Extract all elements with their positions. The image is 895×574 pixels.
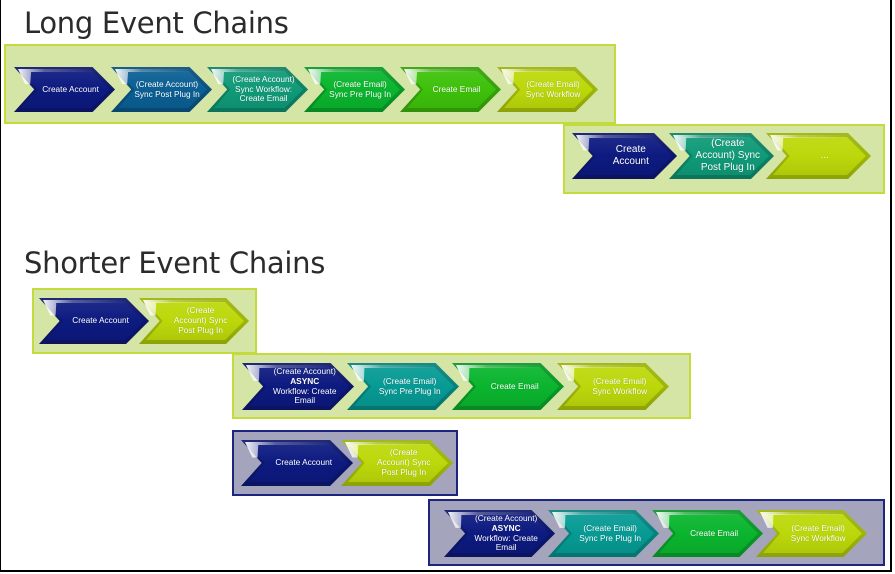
- chain-step-label: (Create Account) ASYNC Workflow: Create Ema…: [242, 363, 354, 410]
- label-line: Workflow: Create: [272, 385, 337, 396]
- chain-step-label: ...: [766, 133, 871, 179]
- chain-step-label: Create Email: [452, 363, 564, 410]
- label-line: Email: [495, 542, 517, 553]
- chain-step-label: Create Account: [14, 67, 115, 112]
- chain-step: (Create Account) Sync Post Plug In: [669, 133, 774, 179]
- label-line: (Create Account): [273, 365, 336, 376]
- label-line: (Create: [711, 138, 745, 149]
- chain-step: ...: [766, 133, 871, 179]
- section-title-long: Long Event Chains: [24, 6, 289, 40]
- chain-step: (Create Account) Sync Post Plug In: [110, 67, 212, 112]
- label-line: (Create: [389, 447, 418, 458]
- chain-step-label: (Create Email) Sync Workflow: [756, 510, 867, 557]
- chain-step-label: Create Email: [400, 67, 501, 112]
- chain-step-label: (Create Account) Sync Post Plug In: [139, 298, 249, 344]
- chain-step: Create Email: [652, 510, 763, 557]
- label-line: Account: [612, 156, 649, 167]
- short-chain-panel-1: Create Account (Create Account) Sync Post …: [32, 288, 257, 354]
- chain-step-label: Create Account: [241, 440, 353, 486]
- label-line: Create Account: [42, 83, 99, 94]
- label-line: Create Account: [72, 315, 129, 326]
- label-line: (Create Email): [791, 522, 845, 533]
- chain-step-label: (Create Email) Sync Workflow: [557, 363, 669, 410]
- label-line: (Create Email): [526, 78, 580, 89]
- label-line: (Create: [186, 305, 215, 316]
- chain-step: Create Account: [572, 133, 677, 179]
- label-line: ASYNC: [290, 375, 320, 386]
- chain-step: (Create Account) ASYNC Workflow: Create Ema…: [444, 510, 555, 557]
- label-line: Post Plug In: [700, 162, 755, 173]
- label-line: Create: [615, 144, 646, 155]
- label-line: Account) Sync: [173, 315, 228, 326]
- label-line: Sync Pre Plug In: [329, 88, 391, 99]
- chain-step-label: (Create Account) Sync Workflow: Create Ema…: [207, 67, 308, 112]
- label-line: (Create Account): [135, 78, 199, 89]
- chain-step: Create Account: [241, 440, 353, 486]
- chain-step-label: (Create Account) Sync Post Plug In: [669, 133, 774, 179]
- chain-step-label: (Create Email) Sync Pre Plug In: [548, 510, 659, 557]
- chain-step: Create Email: [400, 67, 501, 112]
- label-line: Create Email: [432, 83, 481, 94]
- label-line: Sync Workflow: [790, 532, 846, 543]
- chain-step: (Create Email) Sync Pre Plug In: [347, 363, 459, 410]
- chain-step: (Create Email) Sync Pre Plug In: [548, 510, 659, 557]
- chain-step: Create Email: [452, 363, 564, 410]
- chain-step: (Create Email) Sync Workflow: [756, 510, 867, 557]
- label-line: Account) Sync: [376, 457, 431, 468]
- label-line: Workflow: Create: [474, 532, 538, 543]
- label-line: Post Plug In: [381, 466, 427, 477]
- label-line: Sync Workflow: [592, 385, 648, 396]
- chain-step: Create Account: [14, 67, 115, 112]
- chain-step-label: (Create Account) Sync Post Plug In: [111, 67, 212, 112]
- label-line: (Create Email): [592, 375, 647, 386]
- long-chain-panel-1: Create Account (Create Account) Sync Post…: [4, 44, 616, 124]
- chain-step: (Create Account) Sync Post Plug In: [341, 440, 453, 486]
- chain-step-label: Create Account: [572, 133, 677, 179]
- chain-step-label: (Create Account) Sync Post Plug In: [341, 440, 453, 486]
- chain-step-label: (Create Email) Sync Workflow: [497, 67, 598, 112]
- label-line: (Create Email): [382, 375, 437, 386]
- label-line: Sync Post Plug In: [134, 88, 200, 99]
- short-chain-panel-2: (Create Account) ASYNC Workflow: Create Ema…: [232, 353, 691, 419]
- chain-step: (Create Email) Sync Workflow: [557, 363, 669, 410]
- chain-step-label: Create Email: [652, 510, 763, 557]
- short-chain-panel-3: Create Account (Create Account) Sync Post …: [232, 430, 458, 496]
- chain-step-label: (Create Account) ASYNC Workflow: Create Ema…: [444, 510, 555, 557]
- label-line: Email: [294, 395, 316, 406]
- label-line: Create Email: [239, 93, 288, 104]
- chain-step: Create Account: [39, 298, 149, 344]
- chain-step: (Create Account) Sync Post Plug In: [139, 298, 249, 344]
- label-line: (Create Account): [232, 73, 295, 84]
- chain-step: (Create Email) Sync Workflow: [496, 67, 598, 112]
- label-line: Create Email: [490, 380, 539, 391]
- chain-step: (Create Account) Sync Workflow: Create Ema…: [207, 67, 308, 112]
- chain-step: (Create Email) Sync Pre Plug In: [303, 67, 405, 112]
- chain-step: (Create Account) ASYNC Workflow: Create Ema…: [242, 363, 354, 410]
- long-chain-panel-2: Create Account (Create Account) Sync Post P…: [563, 124, 885, 194]
- label-line: (Create Email): [583, 522, 637, 533]
- label-line: Account) Sync: [695, 150, 761, 161]
- label-line: ASYNC: [491, 522, 521, 533]
- label-line: Post Plug In: [178, 324, 223, 335]
- label-line: Sync Pre Plug In: [378, 385, 441, 396]
- label-line: (Create Email): [333, 78, 387, 89]
- label-line: Sync Workflow: [525, 88, 581, 99]
- label-line: ...: [820, 150, 829, 161]
- chain-step-label: Create Account: [39, 298, 149, 344]
- chain-step-label: (Create Email) Sync Pre Plug In: [304, 67, 405, 112]
- label-line: Sync Pre Plug In: [579, 532, 642, 543]
- label-line: Create Email: [690, 527, 739, 538]
- short-chain-panel-4: (Create Account) ASYNC Workflow: Create Ema…: [428, 499, 885, 566]
- label-line: Create Account: [275, 457, 333, 468]
- section-title-shorter: Shorter Event Chains: [24, 246, 326, 280]
- chain-step-label: (Create Email) Sync Pre Plug In: [347, 363, 459, 410]
- label-line: (Create Account): [475, 512, 538, 523]
